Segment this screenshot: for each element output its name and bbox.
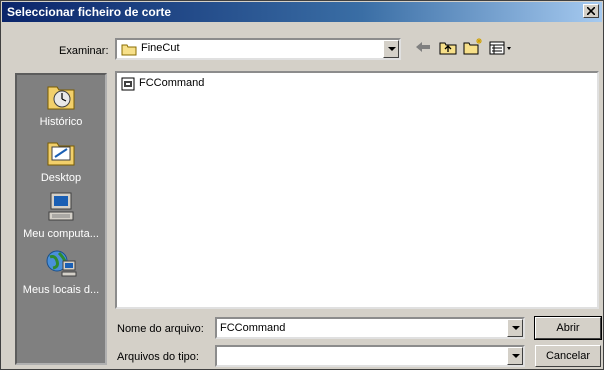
close-button[interactable] [583,4,599,18]
cancel-button[interactable]: Cancelar [535,345,601,367]
up-folder-icon [439,42,457,55]
history-icon [47,86,75,110]
filename-value: FCCommand [220,322,286,334]
place-network[interactable]: Meus locais d... [17,247,105,296]
back-button[interactable] [415,41,431,56]
filetype-dropdown-button[interactable] [507,347,523,365]
place-desktop[interactable]: Desktop [17,137,105,184]
file-name: FCCommand [139,77,205,89]
my-computer-icon [48,192,74,221]
network-places-icon [46,250,77,277]
place-label: Histórico [39,116,83,128]
view-menu-button[interactable] [489,41,513,58]
view-menu-icon [489,41,511,55]
place-label: Meu computa... [23,228,99,240]
place-my-computer[interactable]: Meu computa... [17,191,105,240]
filetype-label: Arquivos do tipo: [117,351,199,363]
filename-dropdown-button[interactable] [507,319,523,337]
filename-label: Nome do arquivo: [117,323,204,335]
filename-input[interactable]: FCCommand [215,317,525,339]
file-list[interactable]: FCCommand [115,71,599,309]
lookin-label: Examinar: [59,45,109,57]
places-bar: Histórico Desktop Meu computa... Meus lo… [15,73,107,365]
lookin-value: FineCut [141,42,180,54]
file-icon [121,77,135,91]
place-label: Meus locais d... [22,284,100,296]
desktop-icon [47,142,75,166]
lookin-dropdown-button[interactable] [383,40,399,58]
chevron-down-icon [388,47,396,51]
place-history[interactable]: Histórico [17,81,105,128]
back-arrow-icon [416,42,430,52]
up-folder-button[interactable] [439,41,457,58]
window-title: Seleccionar ficheiro de corte [7,5,172,19]
close-icon [587,7,595,15]
chevron-down-icon [512,326,520,330]
chevron-down-icon [512,354,520,358]
filetype-combo[interactable] [215,345,525,367]
folder-icon [121,44,137,56]
title-bar[interactable]: Seleccionar ficheiro de corte [2,2,602,22]
place-label: Desktop [40,172,82,184]
new-folder-button[interactable] [463,38,483,58]
lookin-combo[interactable]: FineCut [115,38,401,60]
new-folder-icon [463,38,482,55]
file-dialog: Seleccionar ficheiro de corte Examinar: … [0,0,604,370]
open-button[interactable]: Abrir [534,316,602,340]
